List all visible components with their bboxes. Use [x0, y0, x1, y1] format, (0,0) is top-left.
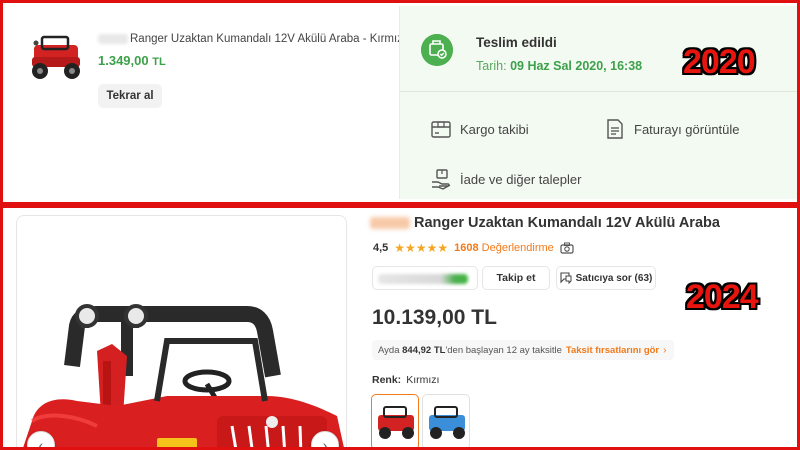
installment-banner[interactable]: Ayda 844,92 TL'den başlayan 12 ay taksit… [372, 340, 675, 360]
order-status-panel: Teslim edildi Tarih: 09 Haz Sal 2020, 16… [399, 6, 797, 199]
order-item: Ranger Uzaktan Kumandalı 12V Akülü Araba… [6, 6, 406, 199]
reorder-button[interactable]: Tekrar al [98, 84, 162, 108]
cargo-tracking-link[interactable]: Kargo takibi [430, 118, 529, 140]
box-icon [431, 121, 451, 138]
color-swatch-blue[interactable] [422, 394, 470, 447]
view-invoice-link[interactable]: Faturayı görüntüle [604, 118, 740, 140]
color-selector-label: Renk: Kırmızı [372, 374, 440, 386]
product-price: 1.349,00 TL [98, 53, 166, 68]
product-title[interactable]: Ranger Uzaktan Kumandalı 12V Akülü Araba… [98, 33, 406, 45]
reviews-link[interactable]: 1608 Değerlendirme [454, 242, 554, 254]
order-2020-panel: Ranger Uzaktan Kumandalı 12V Akülü Araba… [0, 0, 800, 205]
blurred-seller-name [378, 274, 468, 284]
product-image-gallery[interactable]: ‹ › [16, 215, 347, 447]
product-main-image [23, 304, 344, 447]
color-swatch-red[interactable] [371, 394, 419, 447]
blue-car-thumbnail [429, 406, 465, 439]
rating-score: 4,5 [373, 242, 389, 254]
status-title: Teslim edildi [476, 35, 557, 50]
hand-package-icon [432, 169, 451, 190]
red-car-thumbnail [378, 406, 414, 439]
delivery-date: Tarih: 09 Haz Sal 2020, 16:38 [476, 59, 643, 73]
blurred-brand [370, 217, 410, 230]
follow-seller-button[interactable]: Takip et [482, 266, 550, 290]
star-rating-icon: ★★★★★ [394, 241, 449, 255]
ask-seller-button[interactable]: Satıcıya sor (63) [556, 266, 656, 290]
year-badge-2020: 2020 [683, 43, 756, 81]
returns-requests-link[interactable]: İade ve diğer talepler [430, 168, 581, 190]
product-thumbnail[interactable] [24, 31, 88, 87]
year-badge-2024: 2024 [686, 278, 759, 316]
chat-question-icon [560, 272, 572, 284]
rating-row: 4,5 ★★★★★ 1608 Değerlendirme [373, 241, 574, 255]
document-icon [607, 119, 623, 139]
chevron-right-icon: › [663, 344, 667, 356]
product-2024-panel: ‹ › Ranger Uzaktan Kumandalı 12V Akülü A… [0, 205, 800, 450]
seller-name-badge[interactable] [372, 266, 478, 290]
installment-opportunities-link[interactable]: Taksit fırsatlarını gör [566, 345, 659, 356]
product-title: Ranger Uzaktan Kumandalı 12V Akülü Araba [370, 215, 720, 231]
camera-icon[interactable] [560, 242, 574, 254]
blurred-brand [98, 33, 128, 44]
package-check-icon [421, 34, 453, 66]
product-price: 10.139,00 TL [372, 306, 497, 329]
